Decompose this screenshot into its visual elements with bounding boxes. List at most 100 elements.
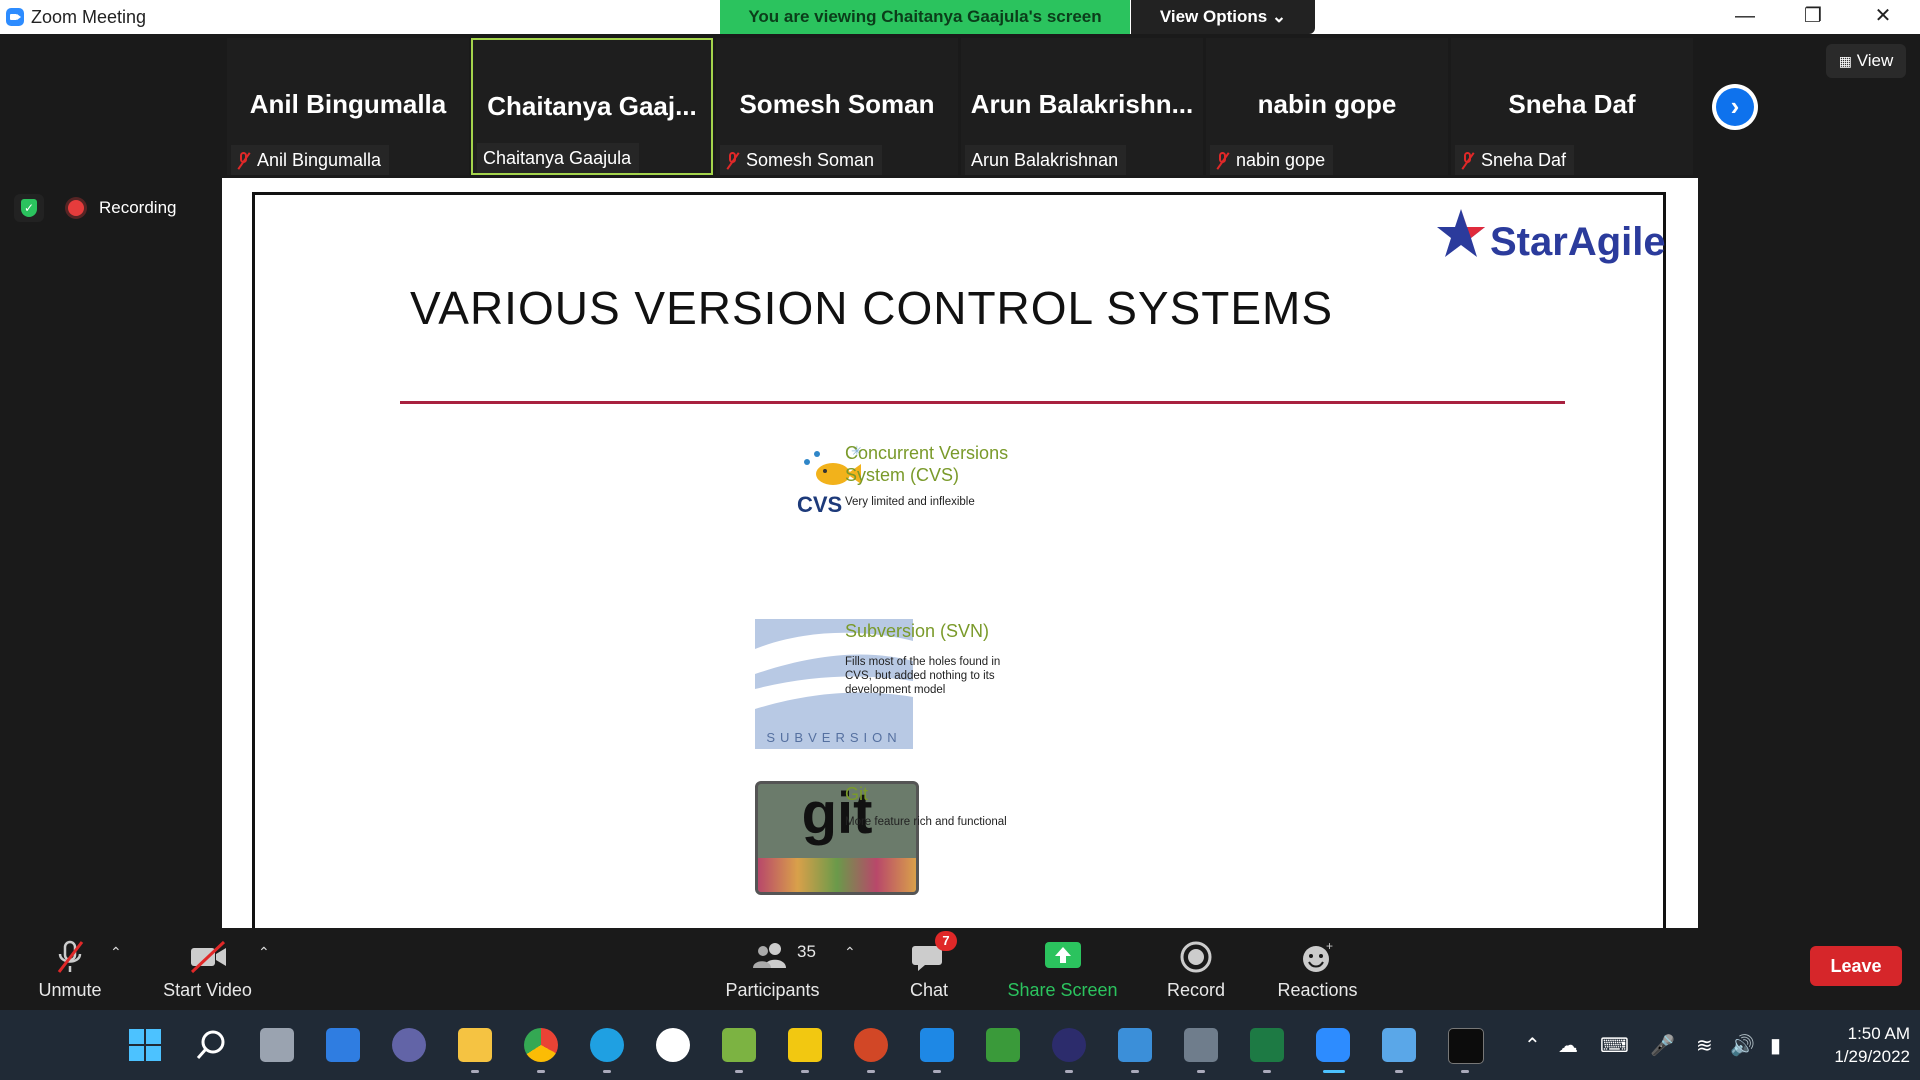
logo-text: StarAgile [1490, 220, 1666, 264]
restore-icon[interactable]: ❐ [1784, 0, 1842, 34]
muted-mic-icon [726, 152, 740, 170]
recording-dot-icon [68, 200, 84, 216]
notepad-plus-icon[interactable] [722, 1028, 756, 1062]
next-page-arrow-icon[interactable]: › [1712, 84, 1758, 130]
battery-icon[interactable]: ▮ [1770, 1033, 1781, 1058]
view-options-button[interactable]: View Options ⌄ [1131, 0, 1315, 34]
running-indicator [471, 1070, 479, 1073]
participant-tile-active-speaker[interactable]: Chaitanya Gaaj... Chaitanya Gaajula [471, 38, 713, 175]
muted-mic-icon [237, 152, 251, 170]
eclipse-icon[interactable] [1052, 1028, 1086, 1062]
show-hidden-icons-chevron-icon[interactable]: ⌃ [1524, 1033, 1541, 1058]
participants-options-caret-icon[interactable]: ⌃ [844, 944, 856, 961]
git-forest [758, 858, 916, 892]
running-indicator [603, 1070, 611, 1073]
file-explorer-icon[interactable] [458, 1028, 492, 1062]
meeting-controls: Unmute ⌃ Start Video ⌃ 35 Participants ⌃… [0, 928, 1920, 1010]
vcs-name-git: Git [845, 784, 869, 804]
start-video-button[interactable]: Start Video [150, 928, 265, 1010]
widgets-icon[interactable] [326, 1028, 360, 1062]
participant-tile[interactable]: Somesh Soman Somesh Soman [716, 38, 958, 175]
participants-count: 35 [797, 942, 816, 961]
close-icon[interactable]: ✕ [1854, 0, 1912, 34]
terminal-icon[interactable] [1448, 1028, 1484, 1064]
participants-button[interactable]: 35 Participants [715, 928, 830, 1010]
zoom-icon[interactable] [1316, 1028, 1350, 1062]
participant-tile[interactable]: Anil Bingumalla Anil Bingumalla [227, 38, 469, 175]
running-indicator [1131, 1070, 1139, 1073]
snipping-tool-icon[interactable] [986, 1028, 1020, 1062]
teams-chat-icon[interactable] [392, 1028, 426, 1062]
viewing-screen-banner: You are viewing Chaitanya Gaajula's scre… [720, 0, 1130, 34]
task-view-icon[interactable] [260, 1028, 294, 1062]
participant-tile[interactable]: Sneha Daf Sneha Daf [1451, 38, 1693, 175]
participant-name-tag: nabin gope [1210, 145, 1334, 175]
github-icon[interactable] [656, 1028, 690, 1062]
leave-meeting-button[interactable]: Leave [1810, 946, 1902, 986]
power-bi-icon[interactable] [788, 1028, 822, 1062]
participants-icon [753, 943, 786, 968]
vcs-desc-git: More feature rich and functional [845, 816, 1007, 828]
muted-mic-icon [1216, 152, 1230, 170]
window-title: Zoom Meeting [31, 7, 147, 27]
photos-icon[interactable] [1118, 1028, 1152, 1062]
microphone-icon[interactable]: 🎤 [1650, 1033, 1675, 1058]
clock-date: 1/29/2022 [1834, 1047, 1910, 1066]
excel-icon[interactable] [1250, 1028, 1284, 1062]
taskbar-clock[interactable]: 1:50 AM 1/29/2022 [1810, 1022, 1910, 1068]
video-off-icon [190, 940, 226, 974]
reactions-button[interactable]: + Reactions [1270, 928, 1365, 1010]
vcs-desc-cvs: Very limited and inflexible [845, 496, 975, 508]
running-indicator [801, 1070, 809, 1073]
participant-tile[interactable]: Arun Balakrishn... Arun Balakrishnan [961, 38, 1203, 175]
share-screen-icon [1044, 942, 1081, 968]
notepad-icon[interactable] [1382, 1028, 1416, 1062]
running-indicator [867, 1070, 875, 1073]
minimize-icon[interactable]: — [1716, 0, 1774, 34]
video-options-caret-icon[interactable]: ⌃ [258, 944, 270, 961]
running-indicator [1065, 1070, 1073, 1073]
participant-display-name: nabin gope [1257, 89, 1397, 119]
active-indicator [1323, 1070, 1345, 1073]
grid-icon: ▦ [1838, 53, 1852, 69]
edge-icon[interactable] [590, 1028, 624, 1062]
start-windows-icon[interactable] [128, 1028, 162, 1062]
running-indicator [1197, 1070, 1205, 1073]
recording-label: Recording [99, 198, 177, 217]
clock-time: 1:50 AM [1847, 1024, 1910, 1043]
encryption-shield-icon[interactable]: ✓ [14, 194, 44, 222]
zoom-app-icon [6, 8, 24, 26]
muted-mic-icon [57, 940, 84, 973]
search-icon[interactable] [194, 1028, 228, 1062]
onedrive-cloud-icon[interactable]: ☁ [1558, 1033, 1578, 1058]
media-player-icon[interactable] [920, 1028, 954, 1062]
wifi-icon[interactable]: ≋ [1696, 1033, 1713, 1058]
share-screen-button[interactable]: Share Screen [1000, 928, 1125, 1010]
view-layout-button[interactable]: ▦ View [1826, 44, 1906, 78]
record-icon [1180, 941, 1212, 973]
record-button[interactable]: Record [1146, 928, 1246, 1010]
slide-divider [400, 401, 1565, 404]
powerpoint-icon[interactable] [854, 1028, 888, 1062]
keyboard-icon[interactable]: ⌨ [1600, 1033, 1629, 1058]
presentation-slide: StarAgile VARIOUS VERSION CONTROL SYSTEM… [252, 192, 1666, 928]
running-indicator [1263, 1070, 1271, 1073]
vcs-desc-svn: Fills most of the holes found in CVS, bu… [845, 656, 1001, 696]
participant-name-tag: Arun Balakrishnan [965, 145, 1127, 175]
participant-name-tag: Sneha Daf [1455, 145, 1575, 175]
unmute-button[interactable]: Unmute [20, 928, 120, 1010]
participant-display-name: Anil Bingumalla [249, 89, 447, 119]
vcs-name-cvs: Concurrent Versions System (CVS) [845, 443, 1009, 485]
reactions-smiley-icon: + [1302, 940, 1333, 972]
participant-tile[interactable]: nabin gope nabin gope [1206, 38, 1448, 175]
participant-name-tag: Somesh Soman [720, 145, 883, 175]
running-indicator [933, 1070, 941, 1073]
audio-options-caret-icon[interactable]: ⌃ [110, 944, 122, 961]
chrome-icon[interactable] [524, 1028, 558, 1062]
calculator-icon[interactable] [1184, 1028, 1218, 1062]
volume-icon[interactable]: 🔊 [1730, 1033, 1755, 1058]
recording-indicator[interactable]: ✓ Recording [14, 194, 214, 222]
vcs-name-svn: Subversion (SVN) [845, 621, 990, 641]
chat-button[interactable]: 7 Chat [889, 928, 969, 1010]
participant-display-name: Arun Balakrishn... [970, 89, 1194, 119]
